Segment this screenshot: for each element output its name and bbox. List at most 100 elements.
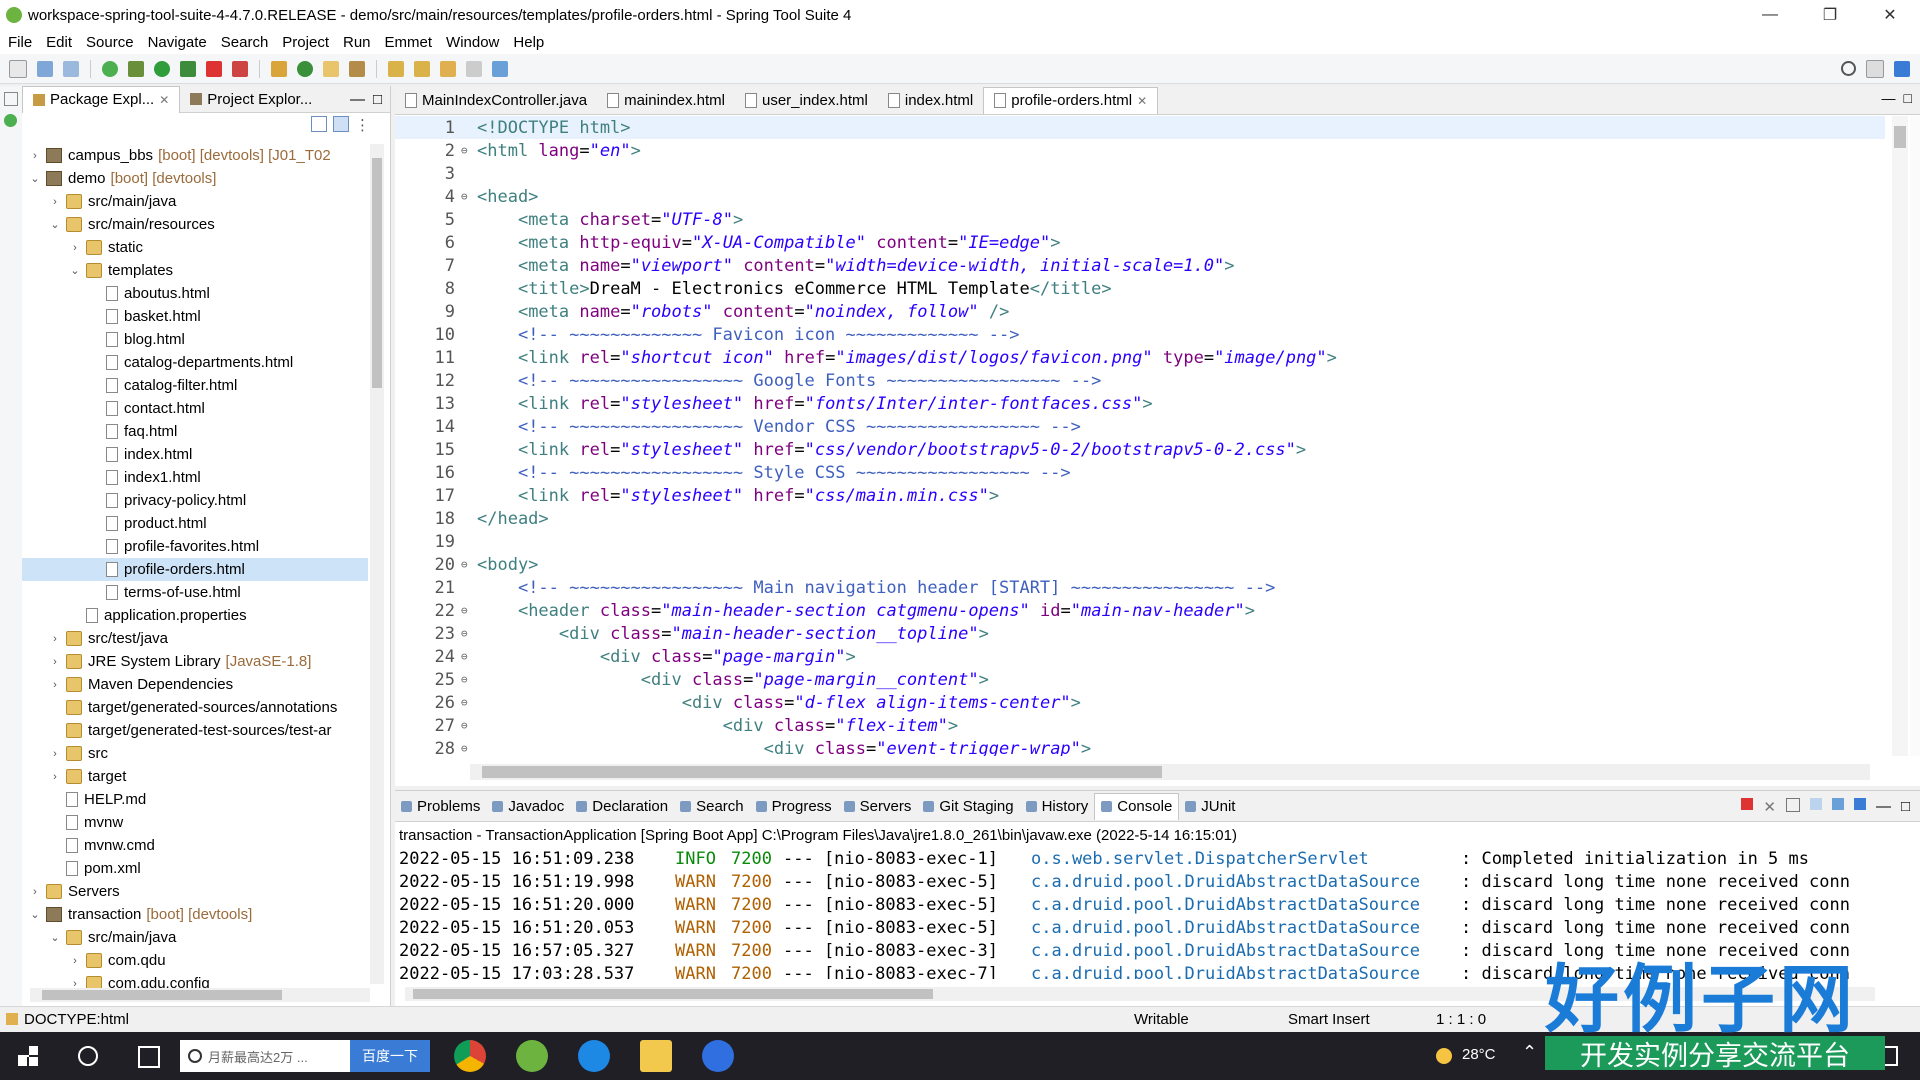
- open-console-icon[interactable]: [1853, 798, 1866, 810]
- tree-item[interactable]: ⌄ src/main/resources: [22, 213, 368, 236]
- tree-item[interactable]: › src: [22, 742, 368, 765]
- maximize-view-icon[interactable]: □: [373, 91, 382, 108]
- menu-project[interactable]: Project: [282, 34, 329, 51]
- chevron-right-icon[interactable]: ›: [48, 196, 62, 208]
- tree-item[interactable]: catalog-departments.html: [22, 351, 368, 374]
- editor-vscroll[interactable]: [1892, 116, 1908, 756]
- close-icon[interactable]: ✕: [1137, 94, 1147, 108]
- chevron-down-icon[interactable]: ⌄: [28, 908, 42, 921]
- open-folder-icon[interactable]: [323, 60, 339, 77]
- new-class-icon[interactable]: [297, 60, 313, 77]
- tree-item[interactable]: application.properties: [22, 604, 368, 627]
- close-button[interactable]: ✕: [1860, 0, 1920, 30]
- tree-item[interactable]: target/generated-test-sources/test-ar: [22, 719, 368, 742]
- tree-item[interactable]: profile-favorites.html: [22, 535, 368, 558]
- tab-git-staging[interactable]: Git Staging: [917, 793, 1019, 819]
- edge-icon[interactable]: [578, 1040, 610, 1072]
- scroll-thumb[interactable]: [42, 990, 282, 1000]
- back-icon[interactable]: [440, 60, 456, 77]
- tree-item[interactable]: aboutus.html: [22, 282, 368, 305]
- editor-tab[interactable]: index.html: [878, 87, 983, 113]
- chevron-right-icon[interactable]: ›: [68, 242, 82, 254]
- minimize-view-icon[interactable]: —: [1876, 798, 1891, 816]
- fold-toggle-icon[interactable]: ⊖: [461, 696, 471, 709]
- tree-item[interactable]: index.html: [22, 443, 368, 466]
- tree-item[interactable]: › Maven Dependencies: [22, 673, 368, 696]
- tab-search[interactable]: Search: [674, 793, 750, 819]
- tab-history[interactable]: History: [1020, 793, 1095, 819]
- minimize-editor-icon[interactable]: —: [1882, 90, 1896, 106]
- boot-dashboard-icon[interactable]: [102, 60, 118, 77]
- tab-problems[interactable]: Problems: [395, 793, 486, 819]
- new-package-icon[interactable]: [271, 60, 287, 77]
- close-icon[interactable]: ✕: [159, 93, 169, 107]
- chevron-down-icon[interactable]: ⌄: [48, 931, 62, 944]
- tree-item[interactable]: › src/test/java: [22, 627, 368, 650]
- tree-item[interactable]: › com.qdu: [22, 949, 368, 972]
- explorer-vscroll[interactable]: [370, 144, 384, 984]
- tree-item[interactable]: ⌄ transaction [boot] [devtools]: [22, 903, 368, 926]
- remove-launch-icon[interactable]: ✕: [1763, 798, 1776, 816]
- code-editor[interactable]: 1 <!DOCTYPE html> 2 ⊖ <html lang="en"> 3 4 ⊖ <he…: [395, 116, 1885, 756]
- boot-dashboard-trim-icon[interactable]: [4, 114, 17, 127]
- fold-toggle-icon[interactable]: ⊖: [461, 144, 471, 157]
- tree-item[interactable]: › campus_bbs [boot] [devtools] [J01_T02: [22, 144, 368, 167]
- minimize-button[interactable]: —: [1740, 0, 1800, 30]
- file-explorer-icon[interactable]: [640, 1040, 672, 1072]
- pen-icon[interactable]: [349, 60, 365, 77]
- windows-start-icon[interactable]: [18, 1046, 38, 1066]
- menu-emmet[interactable]: Emmet: [385, 34, 433, 51]
- tree-item[interactable]: pom.xml: [22, 857, 368, 880]
- tab-console[interactable]: Console: [1094, 792, 1180, 820]
- chevron-right-icon[interactable]: ›: [28, 886, 42, 898]
- tree-item[interactable]: terms-of-use.html: [22, 581, 368, 604]
- search-icon[interactable]: [1841, 61, 1856, 76]
- run-external-icon[interactable]: [180, 60, 196, 77]
- stop-icon[interactable]: [206, 60, 222, 77]
- tree-item[interactable]: basket.html: [22, 305, 368, 328]
- tab-package-explorer[interactable]: Package Expl... ✕: [22, 85, 181, 113]
- fold-toggle-icon[interactable]: ⊖: [461, 650, 471, 663]
- tree-item[interactable]: catalog-filter.html: [22, 374, 368, 397]
- tree-item[interactable]: target/generated-sources/annotations: [22, 696, 368, 719]
- tab-declaration[interactable]: Declaration: [570, 793, 674, 819]
- chevron-right-icon[interactable]: ›: [48, 679, 62, 691]
- tree-item[interactable]: profile-orders.html: [22, 558, 368, 581]
- tree-item[interactable]: faq.html: [22, 420, 368, 443]
- relaunch-icon[interactable]: [232, 60, 248, 77]
- chevron-right-icon[interactable]: ›: [48, 771, 62, 783]
- taskbar-search[interactable]: 月薪最高达2万 ...: [180, 1040, 350, 1072]
- forward-icon[interactable]: [466, 60, 482, 77]
- chevron-right-icon[interactable]: ›: [28, 150, 42, 162]
- task-view-icon[interactable]: [138, 1046, 160, 1068]
- sogou-icon[interactable]: [702, 1040, 734, 1072]
- save-all-icon[interactable]: [63, 60, 79, 77]
- chevron-down-icon[interactable]: ⌄: [28, 172, 42, 185]
- tree-item[interactable]: contact.html: [22, 397, 368, 420]
- tab-project-explorer[interactable]: Project Explor...: [180, 86, 322, 112]
- menu-help[interactable]: Help: [513, 34, 544, 51]
- editor-tab[interactable]: profile-orders.html ✕: [983, 86, 1159, 114]
- explorer-hscroll[interactable]: [30, 988, 370, 1002]
- scroll-thumb[interactable]: [413, 989, 933, 999]
- tree-item[interactable]: › src/main/java: [22, 190, 368, 213]
- editor-tab[interactable]: user_index.html: [735, 87, 878, 113]
- tree-item[interactable]: ⌄ templates: [22, 259, 368, 282]
- menu-edit[interactable]: Edit: [46, 34, 72, 51]
- tree-item[interactable]: › JRE System Library [JavaSE-1.8]: [22, 650, 368, 673]
- run-icon[interactable]: [154, 60, 170, 77]
- tree-item[interactable]: mvnw: [22, 811, 368, 834]
- fold-toggle-icon[interactable]: ⊖: [461, 627, 471, 640]
- chrome-icon[interactable]: [454, 1040, 486, 1072]
- clear-console-icon[interactable]: [1785, 798, 1800, 812]
- tree-item[interactable]: product.html: [22, 512, 368, 535]
- prev-annotation-icon[interactable]: [414, 60, 430, 77]
- editor-tab[interactable]: mainindex.html: [597, 87, 735, 113]
- show-hidden-icons-icon[interactable]: ⌃: [1522, 1042, 1537, 1063]
- chevron-right-icon[interactable]: ›: [48, 748, 62, 760]
- new-icon[interactable]: [9, 59, 27, 78]
- fold-toggle-icon[interactable]: ⊖: [461, 558, 471, 571]
- tree-item[interactable]: HELP.md: [22, 788, 368, 811]
- fold-toggle-icon[interactable]: ⊖: [461, 190, 471, 203]
- tree-item[interactable]: › target: [22, 765, 368, 788]
